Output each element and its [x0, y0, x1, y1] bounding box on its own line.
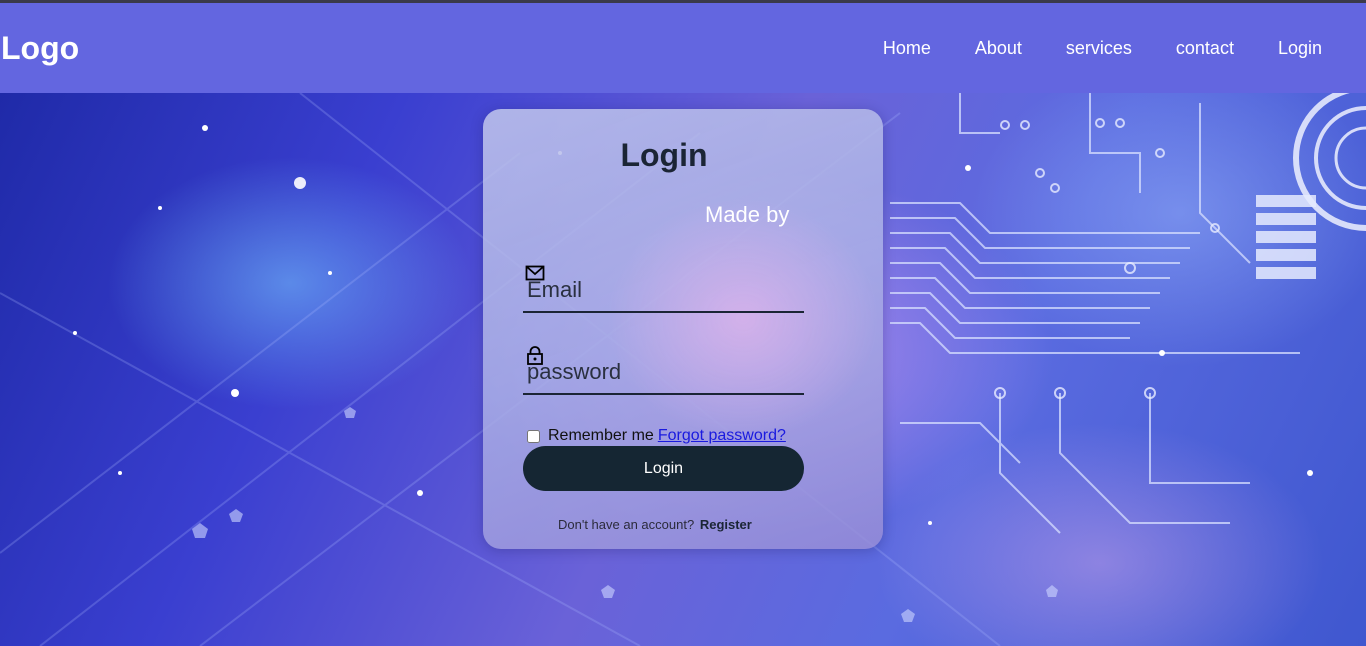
password-field: [523, 345, 804, 395]
nav-services[interactable]: services: [1066, 38, 1132, 59]
nav-about[interactable]: About: [975, 38, 1022, 59]
nav-login[interactable]: Login: [1278, 38, 1322, 59]
forgot-password-link[interactable]: Forgot password?: [658, 427, 786, 445]
site-header: Logo Home About services contact Login: [0, 3, 1366, 93]
email-field: [523, 263, 804, 313]
remember-me-checkbox[interactable]: [527, 429, 540, 443]
remember-me-label[interactable]: Remember me: [548, 427, 654, 445]
login-submit-button[interactable]: Login: [523, 446, 804, 491]
nav-home[interactable]: Home: [883, 38, 931, 59]
made-by-text: Made by: [705, 202, 790, 227]
login-card: Login Made by Remember me Forgot passwor…: [483, 109, 883, 549]
remember-row: Remember me Forgot password?: [527, 427, 786, 445]
nav-contact[interactable]: contact: [1176, 38, 1234, 59]
site-logo[interactable]: Logo: [0, 30, 79, 67]
main-nav: Home About services contact Login: [839, 38, 1366, 59]
email-input[interactable]: [527, 275, 797, 305]
register-prompt-text: Don't have an account?: [558, 517, 695, 532]
password-input[interactable]: [527, 357, 797, 387]
login-title: Login: [620, 137, 708, 173]
register-link[interactable]: Register: [700, 517, 752, 532]
